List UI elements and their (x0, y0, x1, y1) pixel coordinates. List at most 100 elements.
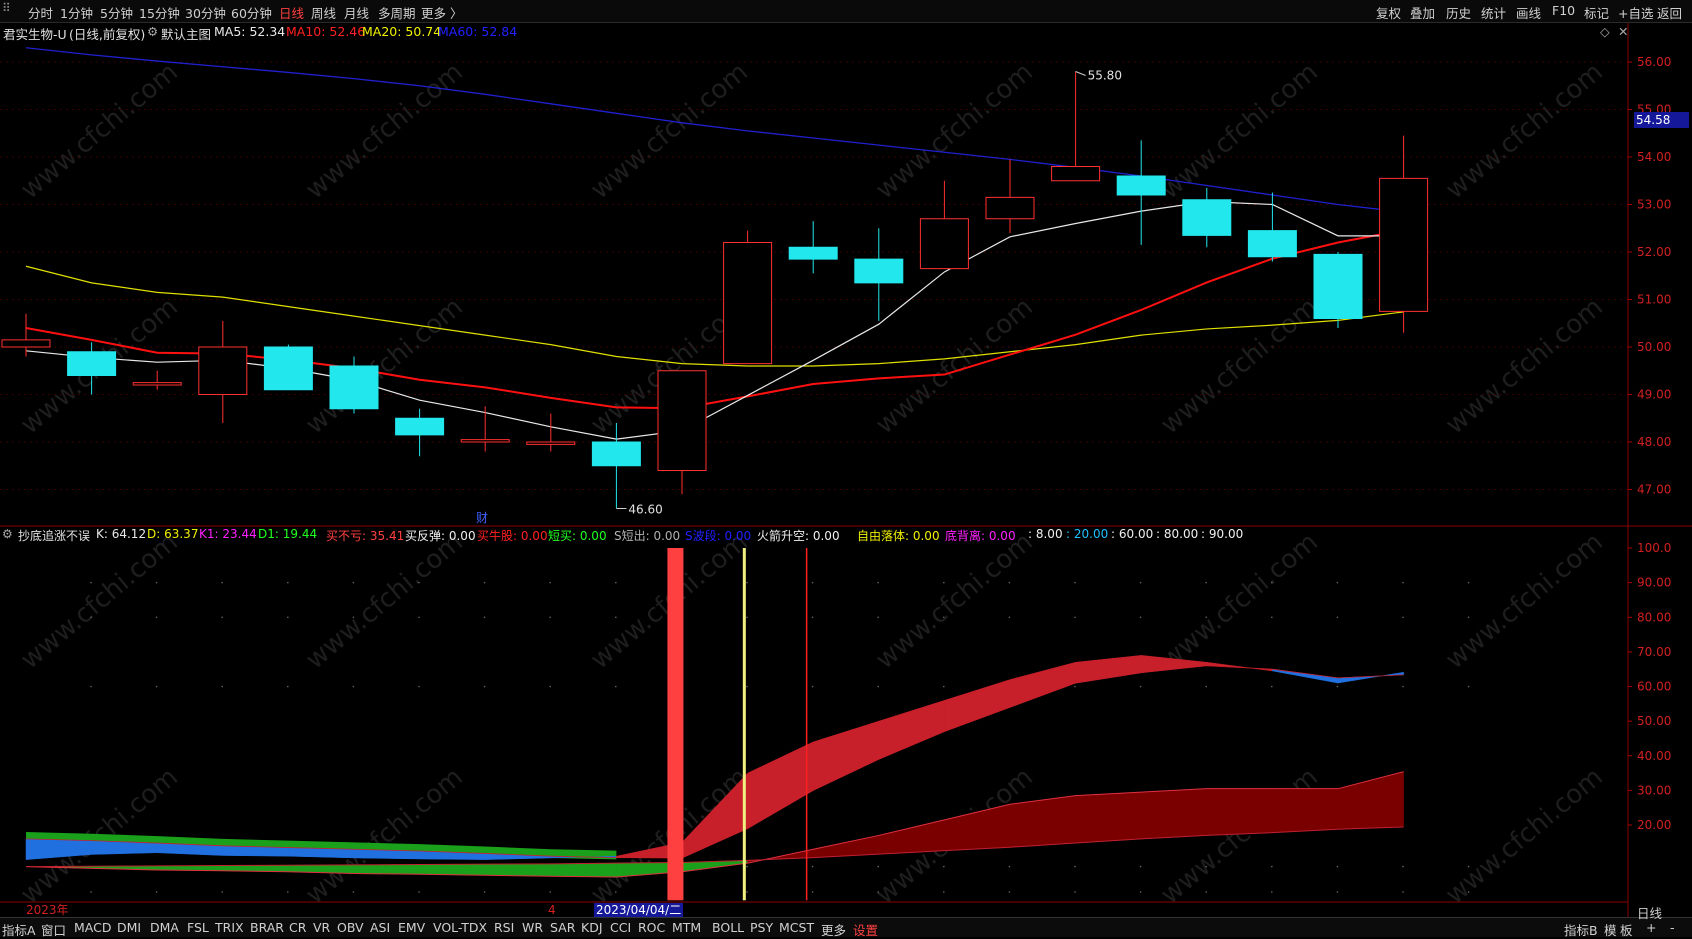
chart-canvas[interactable]: www.cfchi.com www.cfchi.com www.cfchi.com w… (0, 0, 1692, 936)
ref-dot (1402, 865, 1404, 868)
ref-dot (1139, 865, 1142, 868)
k1d1-band (353, 864, 420, 875)
k1d1-band (1140, 788, 1208, 840)
indicator-tab[interactable]: DMA (150, 920, 179, 935)
period-tab[interactable]: 月线 (344, 3, 369, 22)
stock-name: 君实生物-U (3, 27, 67, 42)
indicator-tabs-bar: 指标A 窗口 MACD DMI DMA FSL TRIX BRAR CR VR … (0, 917, 1692, 939)
stats-button[interactable]: 统计 (1481, 3, 1506, 22)
indicator-tab[interactable]: BOLL (712, 920, 744, 935)
period-tab-active[interactable]: 日线 (279, 3, 304, 22)
settings-tab[interactable]: 设置 (853, 920, 878, 939)
candle-body (1182, 199, 1232, 236)
draw-button[interactable]: 画线 (1516, 3, 1541, 22)
overlay-button[interactable]: 叠加 (1410, 3, 1435, 22)
indicator-tab[interactable]: DMI (117, 920, 141, 935)
indicator-tab[interactable]: MCST (779, 920, 814, 935)
ref-dot (549, 581, 551, 584)
indicator-tab[interactable]: WR (522, 920, 543, 935)
close-icon[interactable]: ✕ (1618, 24, 1628, 39)
back-button[interactable]: 返回 (1657, 3, 1682, 22)
add-watchlist-button[interactable]: +自选 (1618, 3, 1653, 22)
ref-dot (1139, 891, 1142, 893)
ref-dot (483, 581, 486, 584)
indicator-value: D: 63.37 (147, 527, 199, 541)
ref-dot (287, 891, 289, 893)
ref-dot (1205, 891, 1207, 893)
indicator-tab[interactable]: BRAR (250, 920, 284, 935)
candle-body (1, 339, 51, 348)
indicator-tab[interactable]: TRIX (215, 920, 244, 935)
ref-dot (877, 616, 879, 619)
ref-dot (549, 616, 551, 619)
indicator-tab[interactable]: ROC (638, 920, 665, 935)
period-tab[interactable]: 5分钟 (100, 3, 133, 22)
candle-body (1379, 177, 1429, 312)
zoom-in-button[interactable]: + (1646, 920, 1656, 935)
indicator-name[interactable]: 抄底追涨不误 (18, 527, 90, 544)
indicator-tab[interactable]: SAR (550, 920, 575, 935)
watermark-text: www.cfchi.com (15, 57, 184, 205)
current-price-badge: 54.58 (1634, 112, 1689, 128)
indicator-tab[interactable]: 指标A (2, 920, 36, 939)
gear-icon[interactable]: ⚙ (147, 24, 158, 39)
period-tab[interactable]: 60分钟 (231, 3, 272, 22)
ref-dot (1205, 581, 1207, 584)
gear-icon[interactable]: ⚙ (2, 527, 13, 541)
signal-bar (742, 548, 746, 901)
ref-dot (943, 616, 945, 619)
period-tab[interactable]: 更多 〉 (421, 3, 462, 22)
indicator-tab[interactable]: KDJ (581, 920, 603, 935)
fuquan-button[interactable]: 复权 (1376, 3, 1401, 22)
template-name[interactable]: 默认主图 (161, 24, 211, 43)
ref-dot (1271, 891, 1273, 893)
indicator-tab[interactable]: CR (289, 920, 306, 935)
f10-button[interactable]: F10 (1552, 3, 1575, 18)
period-tab[interactable]: 分时 (28, 3, 53, 22)
ref-dot (615, 616, 617, 619)
ref-dot (287, 581, 289, 584)
finance-marker: 财 (476, 511, 488, 525)
period-tab[interactable]: 1分钟 (60, 3, 93, 22)
ref-dot (483, 685, 486, 688)
k1d1-band (1272, 788, 1339, 833)
k1d1-band (550, 862, 617, 878)
indicator-tab[interactable]: MTM (672, 920, 701, 935)
mark-button[interactable]: 标记 (1584, 3, 1609, 22)
price-tick-label: 47.00 (1637, 483, 1671, 497)
indicator-tab[interactable]: 更多 (821, 920, 846, 939)
diamond-icon[interactable]: ◇ (1600, 24, 1610, 39)
cursor-date-badge: 2023/04/04/二 (594, 903, 684, 918)
indicator-tab[interactable]: RSI (494, 920, 514, 935)
window-menu-icon[interactable]: ⠿ (2, 1, 11, 15)
indicator-tab[interactable]: 窗口 (41, 920, 66, 939)
watermark-text: www.cfchi.com (1440, 762, 1609, 910)
ind-tick-label: 50.00 (1637, 714, 1671, 728)
indicator-tab[interactable]: PSY (750, 920, 773, 935)
indicator-tab[interactable]: OBV (337, 920, 364, 935)
ref-dot (1008, 891, 1011, 893)
indicator-tab[interactable]: FSL (187, 920, 209, 935)
period-tab[interactable]: 30分钟 (185, 3, 226, 22)
ref-dot (352, 891, 355, 893)
zoom-out-button[interactable]: - (1670, 920, 1675, 935)
indicator-value: : 80.00 (1156, 527, 1199, 541)
indicator-b-tab[interactable]: 指标B (1564, 920, 1598, 939)
indicator-tab[interactable]: VR (313, 920, 330, 935)
template-tab[interactable]: 板 (1620, 920, 1633, 939)
ref-dot (418, 891, 420, 893)
period-tab[interactable]: 多周期 (378, 3, 416, 22)
indicator-tab[interactable]: CCI (610, 920, 631, 935)
candle-body (1051, 166, 1101, 182)
template-tab[interactable]: 模 (1604, 920, 1617, 939)
period-tab[interactable]: 15分钟 (139, 3, 180, 22)
period-tab[interactable]: 周线 (311, 3, 336, 22)
indicator-tab[interactable]: MACD (74, 920, 111, 935)
candle-body (919, 218, 969, 270)
indicator-value: : 60.00 (1111, 527, 1154, 541)
indicator-tab[interactable]: EMV (398, 920, 425, 935)
indicator-tab[interactable]: VOL-TDX (433, 920, 487, 935)
ref-dot (811, 865, 814, 868)
history-button[interactable]: 历史 (1446, 3, 1471, 22)
indicator-tab[interactable]: ASI (370, 920, 390, 935)
